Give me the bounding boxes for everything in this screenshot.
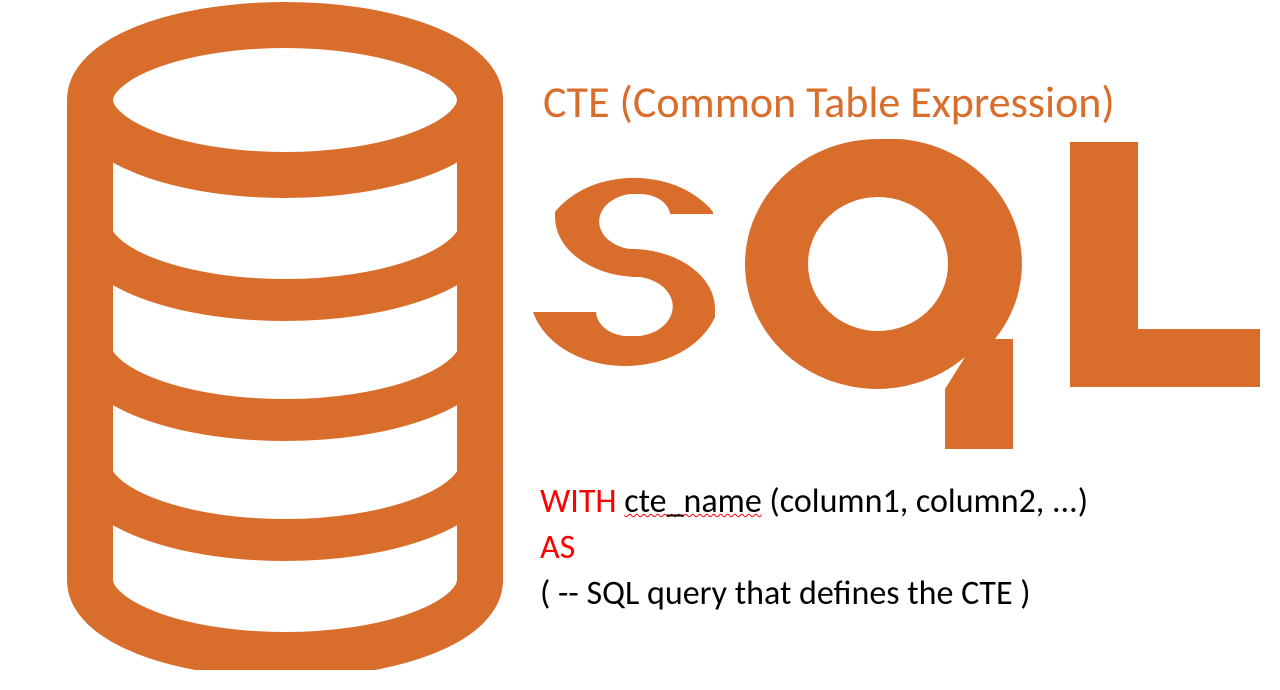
code-snippet: WITH cte_name (column1, column2, ...) AS… bbox=[525, 479, 1265, 617]
diagram-title: CTE (Common Table Expression) bbox=[525, 75, 1265, 129]
database-icon bbox=[55, 0, 515, 670]
code-line-1: WITH cte_name (column1, column2, ...) bbox=[540, 479, 1265, 525]
cte-identifier: cte_name bbox=[624, 481, 761, 522]
right-panel: CTE (Common Table Expression) WITH cte_n… bbox=[525, 75, 1265, 617]
code-line-2: AS bbox=[540, 525, 1265, 571]
sql-logo-icon bbox=[525, 139, 1265, 449]
keyword-with: WITH bbox=[540, 481, 617, 522]
columns-part: (column1, column2, ...) bbox=[762, 481, 1088, 522]
database-svg bbox=[55, 0, 515, 670]
keyword-as: AS bbox=[540, 527, 575, 568]
diagram-container: CTE (Common Table Expression) WITH cte_n… bbox=[0, 0, 1280, 690]
code-line-3: ( -- SQL query that defines the CTE ) bbox=[540, 571, 1265, 617]
